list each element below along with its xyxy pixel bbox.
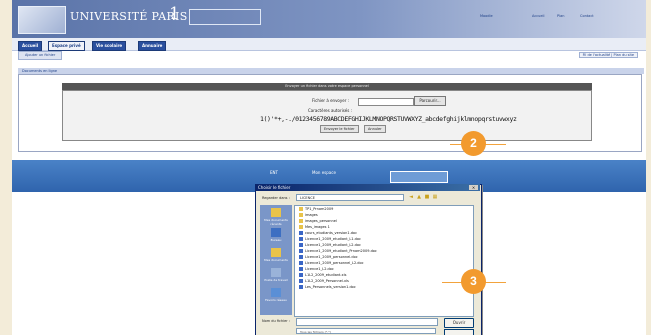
tab-directory[interactable]: Annuaire bbox=[138, 41, 167, 51]
tab-private-space[interactable]: Espace privé bbox=[48, 41, 85, 51]
filetype-select[interactable]: Tous les fichiers (*.*) bbox=[296, 328, 436, 334]
place-network[interactable]: Favoris réseau bbox=[263, 287, 289, 305]
cancel-upload-button[interactable]: Annuler bbox=[364, 125, 386, 133]
list-item[interactable]: Licence1_2009_etudiant_L2.doc bbox=[299, 243, 361, 248]
file-name: Licence1_L2.doc bbox=[305, 267, 334, 271]
file-name: Mes_images 1 bbox=[305, 225, 330, 229]
list-item[interactable]: images bbox=[299, 213, 318, 218]
list-item[interactable]: Licence1_2009_personnel_L2.doc bbox=[299, 261, 364, 266]
open-button[interactable]: Ouvrir bbox=[444, 318, 474, 328]
place-label: Bureau bbox=[270, 238, 282, 242]
top-link-contact[interactable]: Contact bbox=[580, 14, 594, 18]
file-path-input[interactable] bbox=[358, 98, 414, 106]
screenshot: UNIVERSITÉ PARIS 1 Moodle Accueil Plan C… bbox=[12, 0, 646, 335]
place-label: Favoris réseau bbox=[265, 298, 287, 302]
document-icon bbox=[299, 243, 303, 247]
list-item[interactable]: Licence1_2009_etudiant_Prnom2009.doc bbox=[299, 249, 377, 254]
filename-input[interactable] bbox=[296, 318, 438, 326]
document-icon bbox=[299, 261, 303, 265]
computer-icon bbox=[271, 268, 281, 277]
place-label: Mes documents récents bbox=[264, 218, 288, 226]
document-icon bbox=[299, 249, 303, 253]
upload-panel-header: Envoyer un fichier dans votre espace per… bbox=[62, 83, 592, 90]
list-item[interactable]: TP1_Prnom2009 bbox=[299, 207, 333, 212]
place-label: Poste de travail bbox=[264, 278, 288, 282]
list-item[interactable]: Les_Personnels_version1.doc bbox=[299, 285, 356, 290]
list-item[interactable]: images_personnel bbox=[299, 219, 337, 224]
file-name: images_personnel bbox=[305, 219, 337, 223]
callout-3: 3 bbox=[461, 269, 486, 294]
document-icon bbox=[299, 255, 303, 259]
place-recent[interactable]: Mes documents récents bbox=[263, 207, 289, 226]
file-name: Licence1_2009_personnel_L2.doc bbox=[305, 261, 364, 265]
tab-school-life[interactable]: Vie scolaire bbox=[92, 41, 127, 51]
place-computer[interactable]: Poste de travail bbox=[263, 267, 289, 285]
document-icon bbox=[299, 267, 303, 271]
top-link-plan[interactable]: Plan bbox=[557, 14, 564, 18]
place-desktop[interactable]: Bureau bbox=[263, 227, 289, 245]
file-name: Les_Personnels_version1.doc bbox=[305, 285, 356, 289]
filename-label: Nom du fichier : bbox=[262, 319, 291, 323]
file-name: L1L2_2009_Personnel.xls bbox=[305, 279, 349, 283]
file-name: cours_etudiants_version1.doc bbox=[305, 231, 357, 235]
list-item[interactable]: L1L2_2009_Personnel.xls bbox=[299, 279, 349, 284]
view-menu-icon[interactable]: ▦ bbox=[432, 194, 438, 200]
list-item[interactable]: cours_etudiants_version1.doc bbox=[299, 231, 357, 236]
file-name: Licence1_2009_etudiant_L2.doc bbox=[305, 243, 361, 247]
ent-tab[interactable]: ENT bbox=[270, 168, 278, 178]
my-space-tab[interactable]: Mon espace bbox=[312, 168, 336, 178]
look-in-select[interactable]: LICENCE bbox=[296, 194, 404, 201]
send-file-button[interactable]: Envoyer le fichier bbox=[320, 125, 359, 133]
new-folder-icon[interactable]: ■ bbox=[424, 194, 430, 200]
file-name: Licence1_2009_etudiant_L1.doc bbox=[305, 237, 361, 241]
file-to-send-label: Fichier à envoyer : bbox=[312, 98, 349, 103]
banner-frame bbox=[189, 9, 261, 25]
list-item[interactable]: L1L2_2009_etudiant.xls bbox=[299, 273, 346, 278]
place-documents[interactable]: Mes documents bbox=[263, 247, 289, 265]
allowed-chars-value: 1()'*+,-./0123456789ABCDEFGHIJKLMNOPQRST… bbox=[260, 115, 517, 123]
list-item[interactable]: Licence1_L2.doc bbox=[299, 267, 334, 272]
list-item[interactable]: Mes_images 1 bbox=[299, 225, 330, 230]
list-item[interactable]: Licence1_2009_etudiant_L1.doc bbox=[299, 237, 361, 242]
right-links[interactable]: Fil de l'actualité | Plan du site bbox=[578, 52, 638, 58]
up-folder-icon[interactable]: ▲ bbox=[416, 194, 422, 200]
folder-icon bbox=[299, 219, 303, 223]
folder-icon bbox=[299, 207, 303, 211]
browse-button[interactable]: Parcourir... bbox=[414, 96, 446, 106]
document-icon bbox=[299, 237, 303, 241]
look-in-label: Regarder dans : bbox=[262, 196, 290, 200]
desktop-icon bbox=[271, 228, 281, 237]
file-name: Licence1_2009_personnel.doc bbox=[305, 255, 358, 259]
documents-icon bbox=[271, 248, 281, 257]
document-icon bbox=[299, 273, 303, 277]
dialog-cancel-button[interactable] bbox=[444, 329, 474, 335]
file-name: images bbox=[305, 213, 318, 217]
place-label: Mes documents bbox=[264, 258, 288, 262]
info-box bbox=[390, 171, 448, 183]
list-item[interactable]: Licence1_2009_personnel.doc bbox=[299, 255, 358, 260]
network-icon bbox=[271, 288, 281, 297]
file-name: L1L2_2009_etudiant.xls bbox=[305, 273, 347, 277]
add-file-subtab[interactable]: Ajouter un fichier bbox=[18, 51, 63, 60]
allowed-chars-label: Caractères autorisés : bbox=[308, 108, 352, 113]
top-link-home[interactable]: Accueil bbox=[532, 14, 545, 18]
file-name: Licence1_2009_etudiant_Prnom2009.doc bbox=[305, 249, 377, 253]
university-logo bbox=[18, 6, 66, 34]
tab-home[interactable]: Accueil bbox=[18, 41, 43, 51]
dialog-close-button[interactable]: × bbox=[469, 185, 478, 190]
document-icon bbox=[299, 279, 303, 283]
callout-2: 2 bbox=[461, 131, 486, 156]
dialog-title: Choisir le fichier bbox=[255, 184, 480, 191]
document-icon bbox=[299, 285, 303, 289]
document-icon bbox=[299, 231, 303, 235]
file-name: TP1_Prnom2009 bbox=[305, 207, 334, 211]
top-link-moodle[interactable]: Moodle bbox=[480, 14, 493, 18]
recent-icon bbox=[271, 208, 281, 217]
folder-icon bbox=[299, 225, 303, 229]
back-icon[interactable]: ◄ bbox=[408, 194, 414, 200]
university-number: 1 bbox=[169, 4, 180, 24]
folder-icon bbox=[299, 213, 303, 217]
